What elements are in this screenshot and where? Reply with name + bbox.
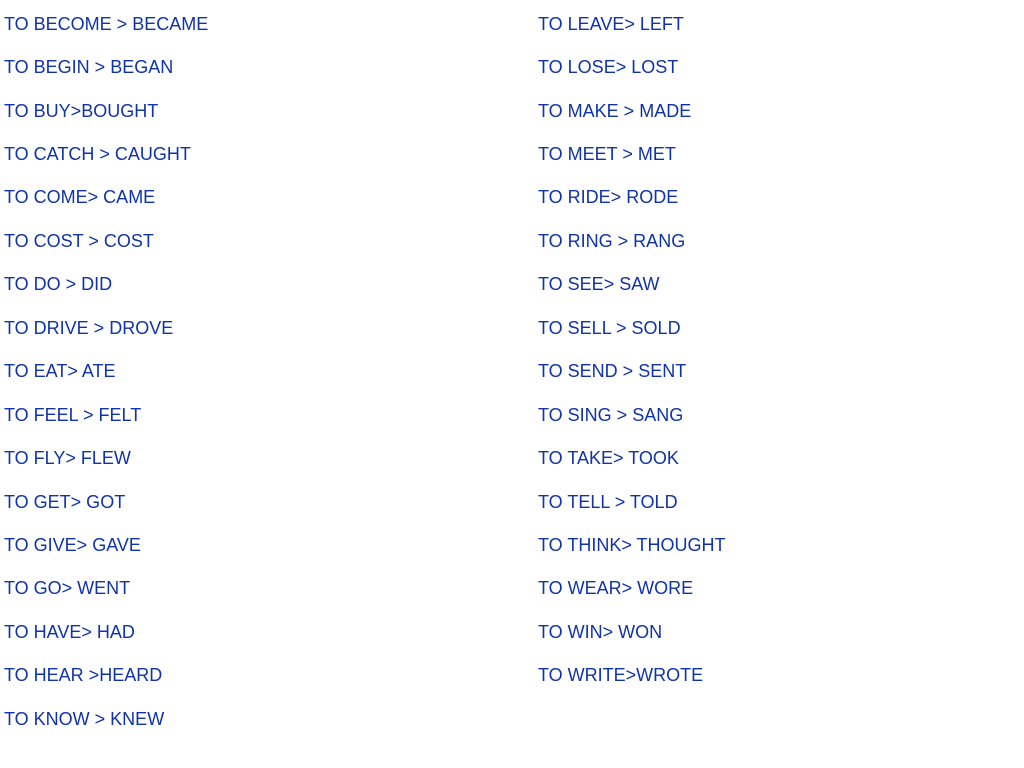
verb-pair: TO WEAR> WORE (538, 578, 694, 598)
verb-pair: TO EAT> ATE (4, 361, 116, 381)
verb-pair: TO RIDE> RODE (538, 187, 679, 207)
verb-pair: TO DRIVE > DROVE (4, 318, 174, 338)
verb-pair: TO TAKE> TOOK (538, 448, 679, 468)
verb-pair: TO HEAR >HEARD (4, 665, 163, 685)
verb-pair: TO LOSE> LOST (538, 57, 679, 77)
verb-pair: TO DO > DID (4, 274, 113, 294)
verb-pair: TO SEE> SAW (538, 274, 660, 294)
verb-pair: TO SING > SANG (538, 405, 684, 425)
verb-pair: TO SELL > SOLD (538, 318, 681, 338)
verb-pair: TO FEEL > FELT (4, 405, 142, 425)
verb-pair: TO GET> GOT (4, 492, 126, 512)
verb-pair: TO BEGIN > BEGAN (4, 57, 174, 77)
verb-pair: TO CATCH > CAUGHT (4, 144, 191, 164)
verb-pair: TO SEND > SENT (538, 361, 687, 381)
verb-pair: TO THINK> THOUGHT (538, 535, 726, 555)
verb-pair: TO COST > COST (4, 231, 154, 251)
verb-pair: TO WIN> WON (538, 622, 663, 642)
verb-pair: TO TELL > TOLD (538, 492, 678, 512)
verb-pair: TO MAKE > MADE (538, 101, 692, 121)
verb-pair: TO GO> WENT (4, 578, 131, 598)
verb-pair: TO BUY>BOUGHT (4, 101, 159, 121)
verb-pair: TO LEAVE> LEFT (538, 14, 684, 34)
verb-pair: TO FLY> FLEW (4, 448, 131, 468)
verb-pair: TO RING > RANG (538, 231, 686, 251)
verb-pair: TO MEET > MET (538, 144, 676, 164)
verb-pair: TO WRITE>WROTE (538, 665, 704, 685)
verb-pair: TO KNOW > KNEW (4, 709, 165, 729)
verb-pair: TO BECOME > BECAME (4, 14, 209, 34)
verb-pair: TO HAVE> HAD (4, 622, 135, 642)
verb-pair: TO COME> CAME (4, 187, 156, 207)
verb-pair: TO GIVE> GAVE (4, 535, 141, 555)
